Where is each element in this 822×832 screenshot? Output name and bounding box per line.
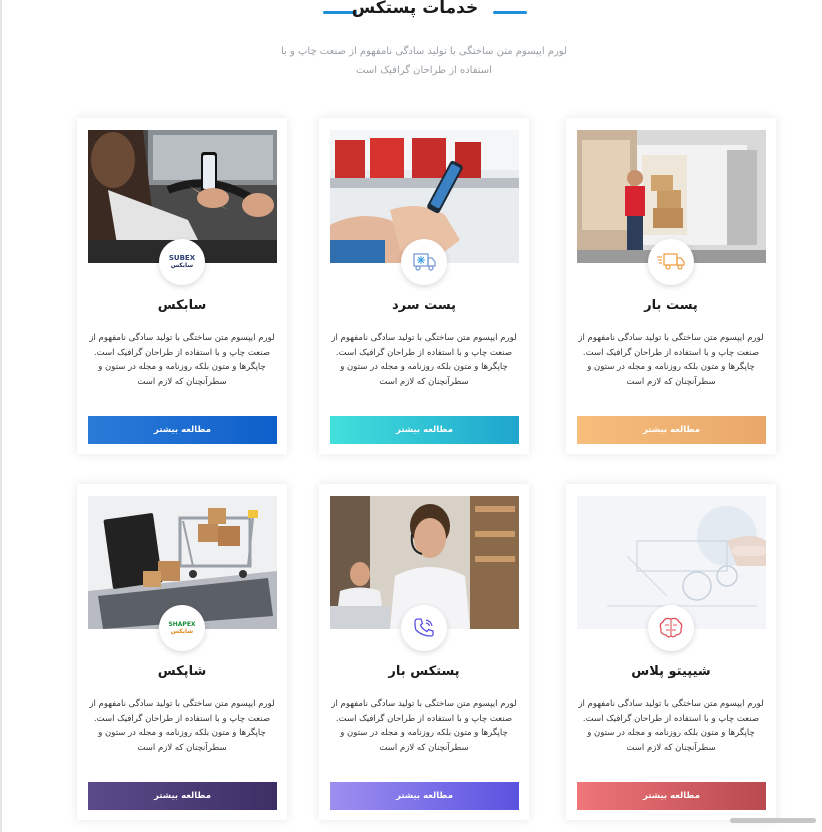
shapex-logo-text-en: SHAPEX bbox=[168, 621, 196, 628]
card-description: لورم ایپسوم متن ساختگی با تولید سادگی نا… bbox=[331, 699, 517, 753]
read-more-button[interactable]: مطالعه بیشتر bbox=[330, 416, 519, 444]
read-more-button[interactable]: مطالعه بیشتر bbox=[577, 416, 766, 444]
horizontal-scrollbar[interactable] bbox=[730, 818, 816, 823]
card-description: لورم ایپسوم متن ساختگی با تولید سادگی نا… bbox=[578, 333, 764, 387]
shapex-logo-text-fa: شاپکس bbox=[170, 628, 194, 635]
read-more-button[interactable]: مطالعه بیشتر bbox=[330, 782, 519, 810]
page-left-border bbox=[0, 0, 2, 832]
service-card-post-bar: پست بار لورم ایپسوم متن ساختگی با تولید … bbox=[566, 118, 776, 454]
card-title: شاپکس bbox=[157, 664, 207, 679]
read-more-button[interactable]: مطالعه بیشتر bbox=[88, 416, 277, 444]
brain-icon bbox=[648, 605, 694, 651]
delivery-truck-icon bbox=[648, 239, 694, 285]
title-decor-right bbox=[493, 11, 527, 14]
read-more-button[interactable]: مطالعه بیشتر bbox=[577, 782, 766, 810]
cold-truck-icon bbox=[401, 239, 447, 285]
service-card-shipito-plus: شیپیتو پلاس لورم ایپسوم متن ساختگی با تو… bbox=[566, 484, 776, 820]
service-card-postex-bar: پستکس بار لورم ایپسوم متن ساختگی با تولی… bbox=[319, 484, 529, 820]
shapex-logo: SHAPEX شاپکس bbox=[159, 605, 205, 651]
card-title: پست سرد bbox=[392, 298, 456, 313]
read-more-button[interactable]: مطالعه بیشتر bbox=[88, 782, 277, 810]
service-card-shapex: SHAPEX شاپکس شاپکس لورم ایپسوم متن ساختگ… bbox=[77, 484, 287, 820]
card-description: لورم ایپسوم متن ساختگی با تولید سادگی نا… bbox=[89, 333, 275, 387]
card-description: لورم ایپسوم متن ساختگی با تولید سادگی نا… bbox=[331, 333, 517, 387]
section-header: خدمات پستکس bbox=[0, 0, 822, 28]
phone-call-icon bbox=[401, 605, 447, 651]
card-title: شیپیتو پلاس bbox=[631, 664, 711, 679]
service-card-post-sard: پست سرد لورم ایپسوم متن ساختگی با تولید … bbox=[319, 118, 529, 454]
card-description: لورم ایپسوم متن ساختگی با تولید سادگی نا… bbox=[89, 699, 275, 753]
card-title: پستکس بار bbox=[388, 664, 460, 679]
subex-logo: SUBEX سابکس bbox=[159, 239, 205, 285]
subex-logo-text-fa: سابکس bbox=[170, 262, 194, 269]
card-description: لورم ایپسوم متن ساختگی با تولید سادگی نا… bbox=[578, 699, 764, 753]
card-title: پست بار bbox=[644, 298, 698, 313]
section-title: خدمات پستکس bbox=[351, 0, 479, 18]
card-title: سابکس bbox=[157, 298, 207, 313]
service-card-subex: SUBEX سابکس سابکس لورم ایپسوم متن ساختگی… bbox=[77, 118, 287, 454]
section-subtitle: لورم ایپسوم متن ساختگی با تولید سادگی نا… bbox=[280, 46, 568, 76]
subex-logo-text-en: SUBEX bbox=[168, 254, 196, 262]
